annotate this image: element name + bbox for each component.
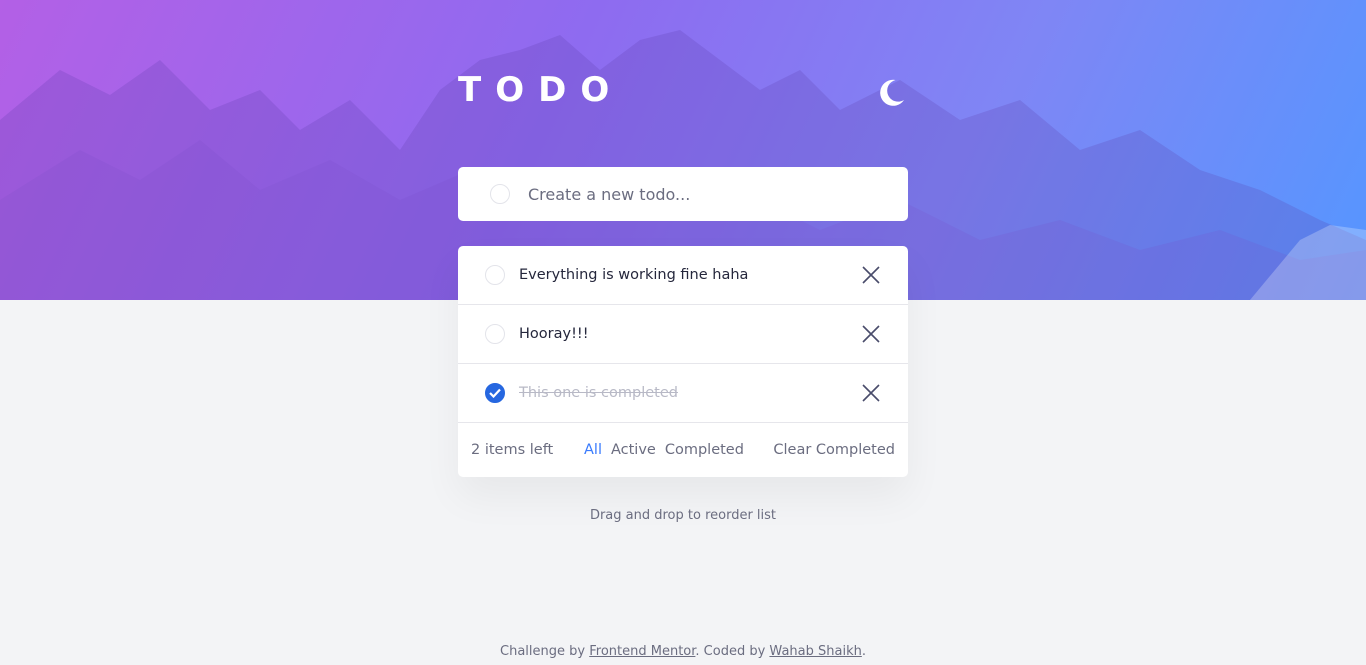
credits-middle: . Coded by [695, 644, 770, 659]
drag-hint: Drag and drop to reorder list [589, 508, 777, 523]
todo-text: Everything is working fine haha [519, 267, 749, 283]
cross-icon [862, 325, 880, 343]
moon-icon [880, 79, 904, 106]
check-icon [489, 388, 501, 398]
todo-checkbox[interactable] [485, 265, 505, 285]
credits-suffix: . [861, 644, 866, 659]
filter-all[interactable]: All [584, 442, 602, 458]
app-title: TODO [458, 70, 624, 110]
cross-icon [862, 384, 880, 402]
items-left-count: 2 items left [471, 442, 554, 458]
todo-checkbox[interactable] [485, 324, 505, 344]
todo-item[interactable]: This one is completed [458, 364, 908, 423]
todo-text: Hooray!!! [519, 326, 589, 342]
filter-group: All Active Completed [584, 442, 744, 458]
cross-icon [862, 266, 880, 284]
todo-list: Everything is working fine haha Hooray!!… [458, 246, 908, 477]
delete-button[interactable] [861, 324, 881, 344]
list-footer: 2 items left All Active Completed Clear … [458, 423, 908, 477]
filter-active[interactable]: Active [611, 442, 656, 458]
attribution: Challenge by Frontend Mentor. Coded by W… [0, 644, 1366, 659]
author-link[interactable]: Wahab Shaikh [769, 644, 861, 659]
credits-prefix: Challenge by [500, 644, 590, 659]
delete-button[interactable] [861, 265, 881, 285]
new-todo-form [458, 167, 908, 221]
new-todo-circle[interactable] [490, 184, 510, 204]
todo-checkbox-checked[interactable] [485, 383, 505, 403]
theme-toggle-button[interactable] [876, 76, 908, 108]
clear-completed-button[interactable]: Clear Completed [773, 442, 895, 458]
new-todo-input[interactable] [528, 184, 888, 204]
app-header: TODO [458, 70, 908, 110]
frontend-mentor-link[interactable]: Frontend Mentor [589, 644, 695, 659]
filter-completed[interactable]: Completed [665, 442, 744, 458]
todo-item[interactable]: Everything is working fine haha [458, 246, 908, 305]
todo-text: This one is completed [519, 385, 678, 401]
delete-button[interactable] [861, 383, 881, 403]
todo-item[interactable]: Hooray!!! [458, 305, 908, 364]
